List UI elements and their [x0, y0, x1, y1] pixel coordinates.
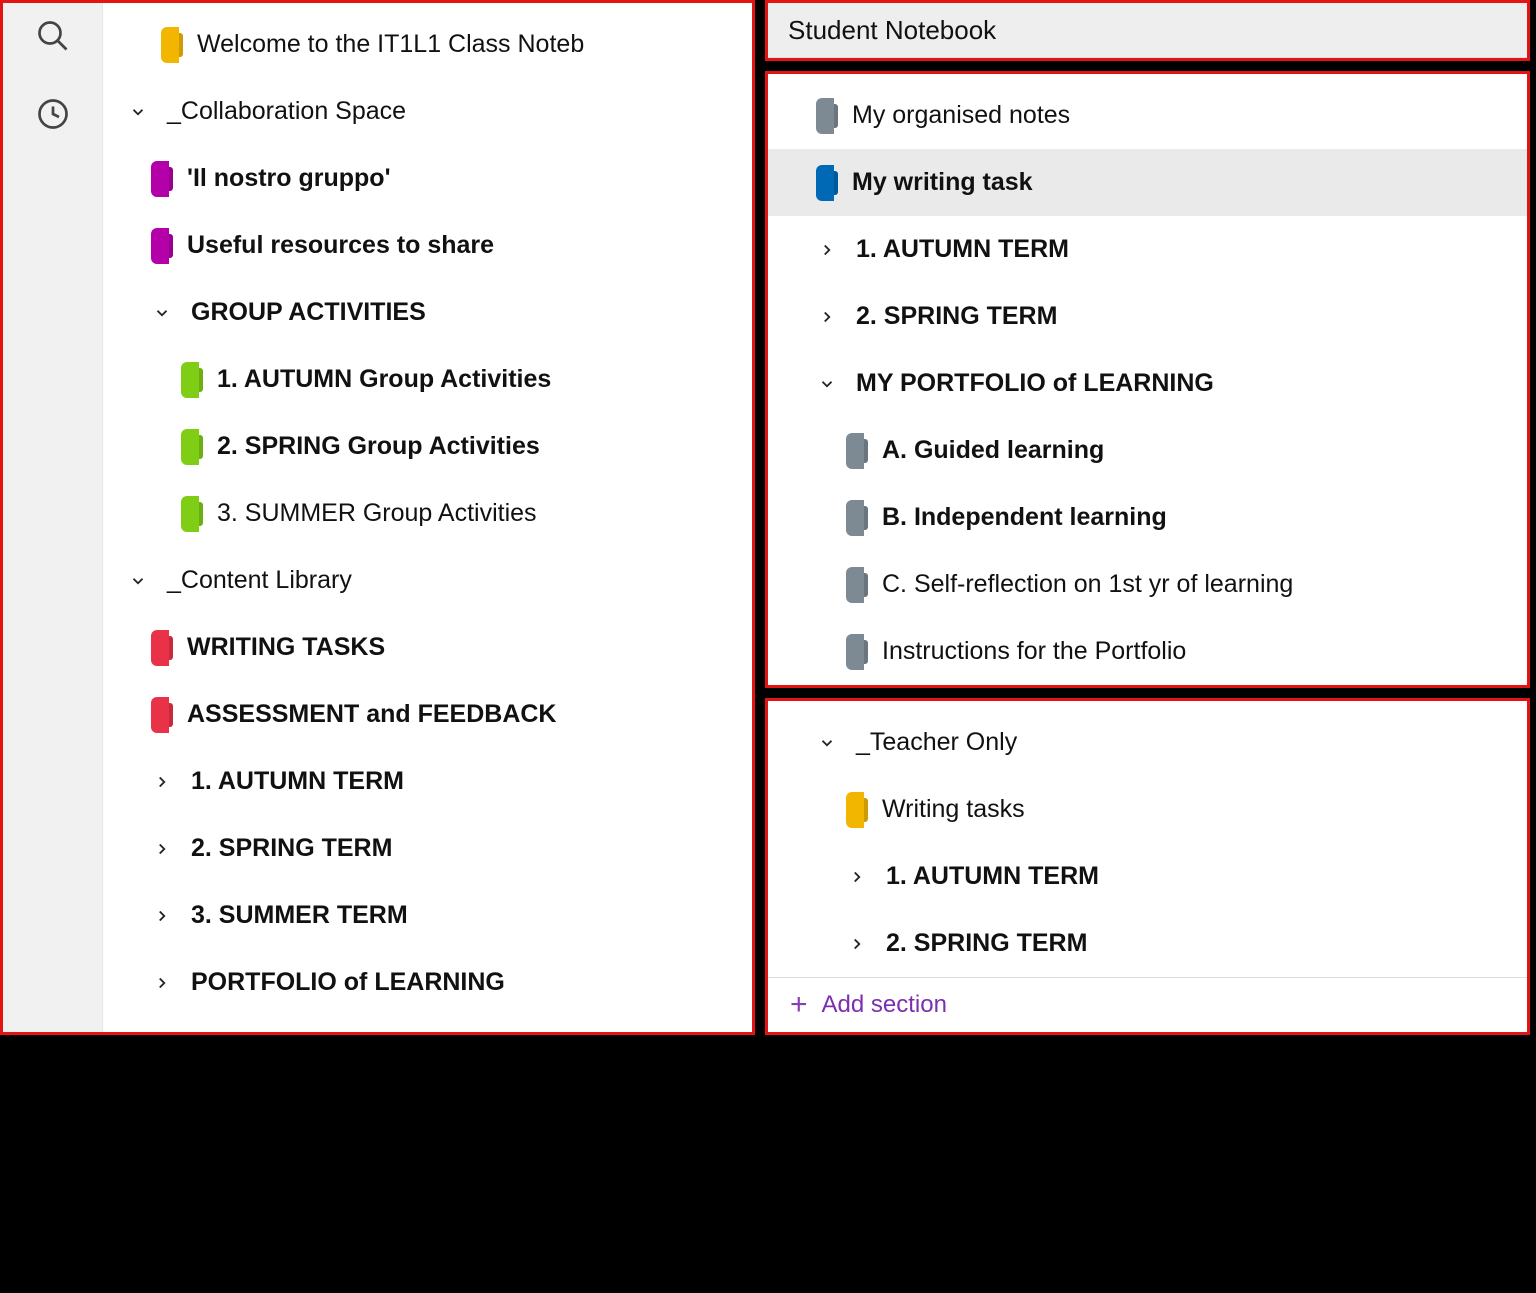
clock-icon[interactable] [35, 96, 71, 139]
section-label: C. Self-reflection on 1st yr of learning [882, 570, 1293, 599]
section-tab-icon [816, 165, 834, 201]
section-assessment-feedback[interactable]: ASSESSMENT and FEEDBACK [103, 681, 752, 748]
section-tab-icon [846, 433, 864, 469]
section-autumn-group[interactable]: 1. AUTUMN Group Activities [103, 346, 752, 413]
student-notebook-title: Student Notebook [788, 15, 996, 46]
section-teacher-writing[interactable]: Writing tasks [768, 776, 1527, 843]
group-label: 2. SPRING TERM [886, 929, 1087, 958]
group-content-library[interactable]: _Content Library [103, 547, 752, 614]
section-label: WRITING TASKS [187, 633, 385, 662]
section-label: B. Independent learning [882, 503, 1167, 532]
group-teacher-autumn-term[interactable]: 1. AUTUMN TERM [768, 843, 1527, 910]
section-tab-icon [846, 567, 864, 603]
page-welcome-label: Welcome to the IT1L1 Class Noteb [197, 30, 584, 59]
section-label: 'Il nostro gruppo' [187, 164, 391, 193]
group-label: PORTFOLIO of LEARNING [191, 968, 505, 997]
group-collab-space[interactable]: _Collaboration Space [103, 78, 752, 145]
chevron-down-icon [127, 572, 149, 590]
section-tab-icon [181, 429, 199, 465]
group-group-activities[interactable]: GROUP ACTIVITIES [103, 279, 752, 346]
search-icon[interactable] [35, 18, 71, 61]
student-notebook-header[interactable]: Student Notebook [768, 3, 1527, 58]
section-tab-icon [181, 496, 199, 532]
section-tab-icon [846, 500, 864, 536]
section-tab-icon [151, 630, 169, 666]
section-tab-icon [846, 634, 864, 670]
add-section-label: Add section [822, 991, 947, 1019]
group-label: 3. SUMMER TERM [191, 901, 408, 930]
chevron-right-icon [846, 868, 868, 886]
group-label: GROUP ACTIVITIES [191, 298, 426, 327]
section-label: My organised notes [852, 101, 1070, 130]
section-label: 3. SUMMER Group Activities [217, 499, 537, 528]
section-label: 1. AUTUMN Group Activities [217, 365, 551, 394]
group-cl-spring-term[interactable]: 2. SPRING TERM [103, 815, 752, 882]
side-rail [3, 3, 103, 1032]
group-label: 1. AUTUMN TERM [856, 235, 1069, 264]
group-label: 2. SPRING TERM [191, 834, 392, 863]
section-spring-group[interactable]: 2. SPRING Group Activities [103, 413, 752, 480]
section-il-nostro-gruppo[interactable]: 'Il nostro gruppo' [103, 145, 752, 212]
section-my-writing-task[interactable]: My writing task [768, 149, 1527, 216]
add-section-button[interactable]: + Add section [768, 977, 1527, 1032]
section-writing-tasks[interactable]: WRITING TASKS [103, 614, 752, 681]
section-my-organised-notes[interactable]: My organised notes [768, 82, 1527, 149]
section-label: Writing tasks [882, 795, 1025, 824]
group-label: _Teacher Only [856, 728, 1017, 757]
group-teacher-only[interactable]: _Teacher Only [768, 709, 1527, 776]
section-tab-icon [181, 362, 199, 398]
chevron-down-icon [816, 734, 838, 752]
chevron-down-icon [816, 375, 838, 393]
section-portfolio-instructions[interactable]: Instructions for the Portfolio [768, 618, 1527, 685]
group-student-autumn-term[interactable]: 1. AUTUMN TERM [768, 216, 1527, 283]
chevron-right-icon [151, 974, 173, 992]
section-self-reflection[interactable]: C. Self-reflection on 1st yr of learning [768, 551, 1527, 618]
section-label: My writing task [852, 168, 1033, 197]
plus-icon: + [790, 990, 808, 1020]
chevron-right-icon [846, 935, 868, 953]
student-notebook-header-panel: Student Notebook [765, 0, 1530, 61]
section-tab-icon [846, 792, 864, 828]
section-tab-icon [151, 697, 169, 733]
chevron-right-icon [151, 907, 173, 925]
teacher-only-panel: _Teacher Only Writing tasks 1. AUTUMN TE… [765, 698, 1530, 1035]
group-label: 2. SPRING TERM [856, 302, 1057, 331]
group-teacher-spring-term[interactable]: 2. SPRING TERM [768, 910, 1527, 977]
group-cl-portfolio[interactable]: PORTFOLIO of LEARNING [103, 949, 752, 1016]
section-tab-icon [161, 27, 179, 63]
group-label: _Content Library [167, 566, 352, 595]
student-notebook-panel: My organised notes My writing task 1. AU… [765, 71, 1530, 688]
section-independent-learning[interactable]: B. Independent learning [768, 484, 1527, 551]
group-my-portfolio[interactable]: MY PORTFOLIO of LEARNING [768, 350, 1527, 417]
section-useful-resources[interactable]: Useful resources to share [103, 212, 752, 279]
section-label: ASSESSMENT and FEEDBACK [187, 700, 556, 729]
section-label: Instructions for the Portfolio [882, 637, 1186, 666]
chevron-down-icon [151, 304, 173, 322]
teacher-tree: _Teacher Only Writing tasks 1. AUTUMN TE… [768, 701, 1527, 977]
group-cl-summer-term[interactable]: 3. SUMMER TERM [103, 882, 752, 949]
section-summer-group[interactable]: 3. SUMMER Group Activities [103, 480, 752, 547]
nav-panel-left: Welcome to the IT1L1 Class Noteb _Collab… [0, 0, 755, 1035]
chevron-right-icon [151, 840, 173, 858]
section-label: Useful resources to share [187, 231, 494, 260]
chevron-right-icon [816, 241, 838, 259]
section-label: 2. SPRING Group Activities [217, 432, 540, 461]
page-welcome[interactable]: Welcome to the IT1L1 Class Noteb [103, 11, 752, 78]
chevron-right-icon [816, 308, 838, 326]
section-tab-icon [816, 98, 834, 134]
student-tree: My organised notes My writing task 1. AU… [768, 74, 1527, 685]
group-label: MY PORTFOLIO of LEARNING [856, 369, 1214, 398]
notebook-tree: Welcome to the IT1L1 Class Noteb _Collab… [103, 3, 752, 1032]
group-student-spring-term[interactable]: 2. SPRING TERM [768, 283, 1527, 350]
section-label: A. Guided learning [882, 436, 1104, 465]
section-guided-learning[interactable]: A. Guided learning [768, 417, 1527, 484]
group-label: 1. AUTUMN TERM [191, 767, 404, 796]
group-label: 1. AUTUMN TERM [886, 862, 1099, 891]
section-tab-icon [151, 228, 169, 264]
group-cl-autumn-term[interactable]: 1. AUTUMN TERM [103, 748, 752, 815]
chevron-right-icon [151, 773, 173, 791]
chevron-down-icon [127, 103, 149, 121]
group-collab-label: _Collaboration Space [167, 97, 406, 126]
section-tab-icon [151, 161, 169, 197]
